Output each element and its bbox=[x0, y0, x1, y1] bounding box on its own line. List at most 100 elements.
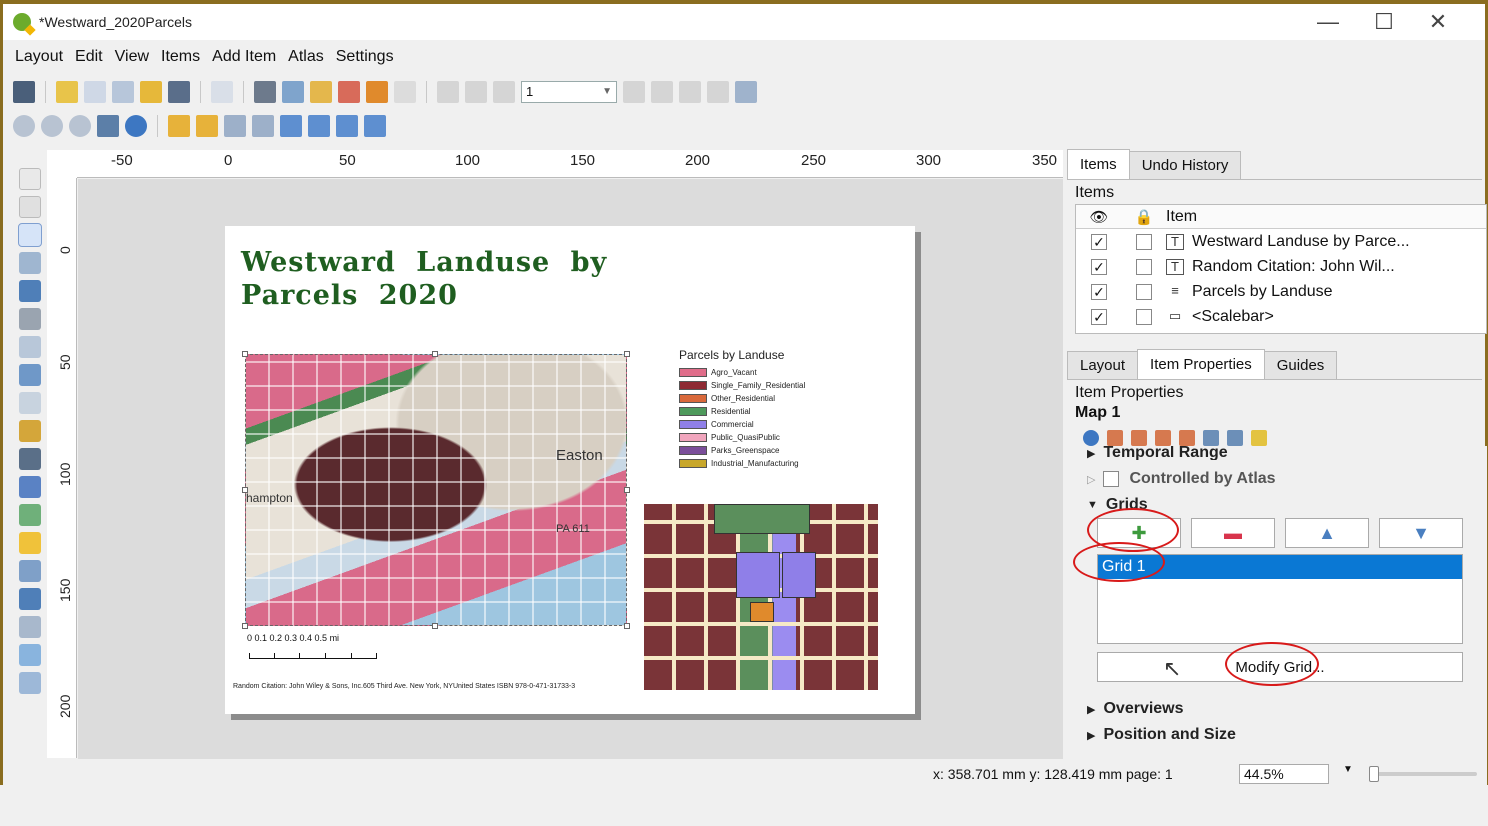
visibility-checkbox[interactable]: ✓ bbox=[1091, 283, 1107, 300]
tab-item-properties[interactable]: Item Properties bbox=[1137, 349, 1265, 379]
grids-section[interactable]: ▼ Grids bbox=[1075, 492, 1148, 518]
layout-canvas[interactable]: Westward Landuse by Parcels 2020 Easton … bbox=[78, 179, 1063, 759]
item-row[interactable]: ✓ ≡ Parcels by Landuse bbox=[1076, 279, 1486, 304]
refresh-icon[interactable] bbox=[125, 115, 147, 137]
tab-items[interactable]: Items bbox=[1067, 149, 1130, 179]
view-extent-icon[interactable] bbox=[1131, 430, 1147, 446]
maximize-button[interactable]: ☐ bbox=[1359, 4, 1409, 40]
undo-icon[interactable] bbox=[366, 81, 388, 103]
align-items-icon[interactable] bbox=[308, 115, 330, 137]
labels-icon[interactable] bbox=[1227, 430, 1243, 446]
menu-settings[interactable]: Settings bbox=[336, 48, 394, 66]
temporal-range-section[interactable]: ▶ Temporal Range bbox=[1075, 446, 1228, 460]
item-row[interactable]: ✓ T Random Citation: John Wil... bbox=[1076, 254, 1486, 279]
items-tree[interactable]: 👁 🔒 Item ✓ T Westward Landuse by Parce...… bbox=[1075, 204, 1487, 334]
print-atlas-icon[interactable] bbox=[679, 81, 701, 103]
add-html-icon[interactable] bbox=[19, 616, 41, 638]
export-svg-icon[interactable] bbox=[310, 81, 332, 103]
first-feature-icon[interactable] bbox=[465, 81, 487, 103]
menu-atlas[interactable]: Atlas bbox=[288, 48, 324, 66]
add-north-arrow-icon[interactable] bbox=[19, 476, 41, 498]
horizontal-ruler[interactable]: -50 0 50 100 150 200 250 300 350 bbox=[77, 150, 1063, 178]
menu-view[interactable]: View bbox=[115, 48, 149, 66]
add-shape-icon[interactable] bbox=[19, 504, 41, 526]
export-pdf-icon[interactable] bbox=[338, 81, 360, 103]
center-on-map-icon[interactable] bbox=[1155, 430, 1171, 446]
distribute-items-icon[interactable] bbox=[336, 115, 358, 137]
resize-handle[interactable] bbox=[432, 351, 438, 357]
export-image-icon[interactable] bbox=[282, 81, 304, 103]
menu-edit[interactable]: Edit bbox=[75, 48, 103, 66]
add-marker-icon[interactable] bbox=[19, 532, 41, 554]
resize-items-icon[interactable] bbox=[364, 115, 386, 137]
resize-handle[interactable] bbox=[624, 351, 630, 357]
main-map-item[interactable]: Easton PA 611 hampton bbox=[242, 351, 630, 629]
tab-layout[interactable]: Layout bbox=[1067, 351, 1139, 379]
select-move-icon[interactable] bbox=[18, 223, 42, 247]
add-arrow-icon[interactable] bbox=[19, 560, 41, 582]
save-icon[interactable] bbox=[13, 81, 35, 103]
layout-page[interactable]: Westward Landuse by Parcels 2020 Easton … bbox=[225, 226, 915, 714]
set-extent-icon[interactable] bbox=[1107, 430, 1123, 446]
add-attribute-table-icon[interactable] bbox=[19, 644, 41, 666]
resize-handle[interactable] bbox=[624, 487, 630, 493]
chevron-down-icon[interactable]: ▼ bbox=[602, 82, 612, 102]
vertical-ruler[interactable]: 0 50 100 150 200 bbox=[47, 178, 77, 758]
redo-icon[interactable] bbox=[394, 81, 416, 103]
minimize-button[interactable]: — bbox=[1303, 4, 1353, 40]
resize-handle[interactable] bbox=[624, 623, 630, 629]
raise-items-icon[interactable] bbox=[280, 115, 302, 137]
zoom-slider[interactable] bbox=[1369, 766, 1477, 782]
add-legend-icon[interactable] bbox=[19, 420, 41, 442]
ungroup-items-icon[interactable] bbox=[252, 115, 274, 137]
zoom-tool-icon[interactable] bbox=[19, 196, 41, 218]
close-button[interactable]: ✕ bbox=[1413, 4, 1463, 40]
grid-list-item[interactable]: Grid 1 bbox=[1098, 555, 1462, 579]
lock-checkbox[interactable] bbox=[1136, 283, 1152, 300]
visibility-checkbox[interactable]: ✓ bbox=[1091, 258, 1107, 275]
atlas-preview-icon[interactable] bbox=[437, 81, 459, 103]
scalebar-item[interactable]: 0 0.1 0.2 0.3 0.4 0.5 mi bbox=[247, 633, 397, 663]
item-row[interactable]: ✓ T Westward Landuse by Parce... bbox=[1076, 229, 1486, 254]
zoom-level-select[interactable]: 44.5% bbox=[1239, 764, 1329, 784]
citation-label[interactable]: Random Citation: John Wiley & Sons, Inc.… bbox=[233, 682, 633, 691]
legend-item[interactable]: Parcels by Landuse Agro_Vacant Single_Fa… bbox=[679, 348, 879, 470]
controlled-by-atlas-section[interactable]: ▷ Controlled by Atlas bbox=[1075, 466, 1276, 492]
chevron-down-icon[interactable]: ▼ bbox=[1343, 764, 1353, 775]
pan-icon[interactable] bbox=[19, 168, 41, 190]
move-content-icon[interactable] bbox=[19, 252, 41, 274]
group-items-icon[interactable] bbox=[224, 115, 246, 137]
resize-handle[interactable] bbox=[432, 623, 438, 629]
menu-add-item[interactable]: Add Item bbox=[212, 48, 276, 66]
add-map-3d-icon[interactable] bbox=[19, 308, 41, 330]
add-grid-button[interactable]: ✚ bbox=[1097, 518, 1181, 548]
move-grid-down-button[interactable]: ▼ bbox=[1379, 518, 1463, 548]
save-as-template-icon[interactable] bbox=[168, 81, 190, 103]
zoom-full-icon[interactable] bbox=[97, 115, 119, 137]
layout-manager-icon[interactable] bbox=[112, 81, 134, 103]
lock-checkbox[interactable] bbox=[1136, 308, 1152, 325]
zoom-100-icon[interactable] bbox=[69, 115, 91, 137]
print-icon[interactable] bbox=[254, 81, 276, 103]
zoom-in-icon[interactable] bbox=[13, 115, 35, 137]
move-grid-up-button[interactable]: ▲ bbox=[1285, 518, 1369, 548]
open-folder-icon[interactable] bbox=[140, 81, 162, 103]
layout-title-label[interactable]: Westward Landuse by Parcels 2020 bbox=[241, 246, 691, 312]
duplicate-layout-icon[interactable] bbox=[84, 81, 106, 103]
remove-grid-button[interactable]: ▬ bbox=[1191, 518, 1275, 548]
previous-feature-icon[interactable] bbox=[493, 81, 515, 103]
atlas-settings-icon[interactable] bbox=[735, 81, 757, 103]
overviews-section[interactable]: ▶ Overviews bbox=[1075, 696, 1184, 722]
inset-map-item[interactable] bbox=[644, 504, 878, 690]
visibility-checkbox[interactable]: ✓ bbox=[1091, 308, 1107, 325]
bookmark-icon[interactable] bbox=[1251, 430, 1267, 446]
refresh-map-icon[interactable] bbox=[1083, 430, 1099, 446]
add-label-icon[interactable] bbox=[19, 392, 41, 414]
visibility-checkbox[interactable]: ✓ bbox=[1091, 233, 1107, 250]
edit-nodes-icon[interactable] bbox=[19, 280, 41, 302]
add-node-item-icon[interactable] bbox=[19, 588, 41, 610]
position-size-section[interactable]: ▶ Position and Size bbox=[1075, 722, 1236, 748]
resize-handle[interactable] bbox=[242, 623, 248, 629]
add-scalebar-icon[interactable] bbox=[19, 448, 41, 470]
resize-handle[interactable] bbox=[242, 351, 248, 357]
